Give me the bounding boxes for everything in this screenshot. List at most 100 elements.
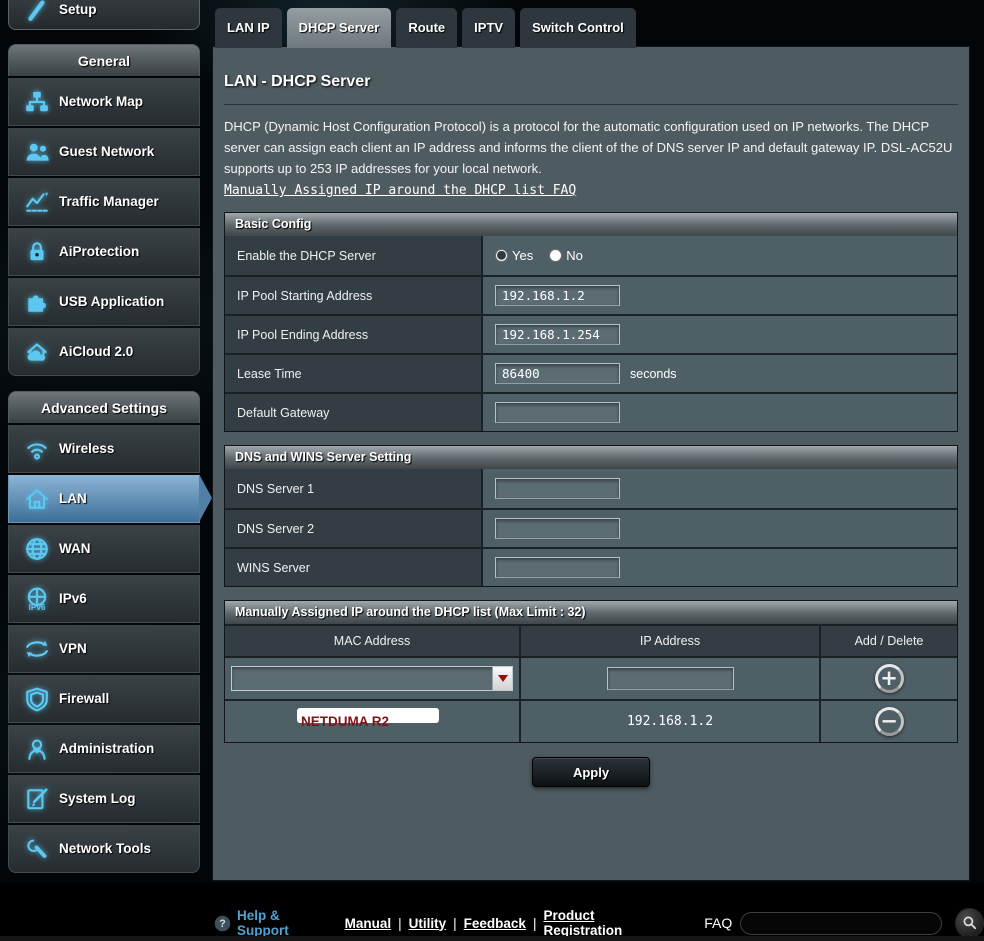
- sidebar-item-label: Setup: [59, 2, 97, 17]
- quick-setup-wand-icon: [15, 0, 59, 22]
- sidebar-item-label: AiProtection: [59, 244, 139, 259]
- dns2-label: DNS Server 2: [225, 510, 483, 547]
- sidebar-item-label: Network Map: [59, 94, 143, 109]
- dns2-input[interactable]: [495, 518, 620, 539]
- sidebar-item-label: Wireless: [59, 441, 114, 456]
- sidebar-group-general: General Network Map Guest Network: [8, 44, 200, 376]
- sidebar-item-network-tools[interactable]: Network Tools: [8, 825, 200, 873]
- tab-dhcp-server[interactable]: DHCP Server: [287, 8, 392, 48]
- sidebar-item-firewall[interactable]: Firewall: [8, 675, 200, 723]
- mac-address-input[interactable]: [233, 668, 491, 689]
- separator: |: [453, 916, 457, 931]
- sidebar-item-label: Guest Network: [59, 144, 154, 159]
- col-header-add-delete: Add / Delete: [821, 626, 957, 656]
- sidebar-item-label: VPN: [59, 641, 87, 656]
- section-header: Manually Assigned IP around the DHCP lis…: [225, 601, 957, 624]
- manual-link[interactable]: Manual: [345, 916, 392, 931]
- sidebar-item-label: AiCloud 2.0: [59, 344, 133, 359]
- sidebar-item-label: LAN: [59, 491, 87, 506]
- guest-network-icon: [15, 139, 59, 165]
- lease-time-input[interactable]: [495, 363, 620, 384]
- tab-lan-ip[interactable]: LAN IP: [215, 8, 282, 48]
- sidebar-item-wan[interactable]: WAN: [8, 525, 200, 573]
- sidebar-item-network-map[interactable]: Network Map: [8, 78, 200, 126]
- network-map-icon: [15, 89, 59, 115]
- content-panel: LAN - DHCP Server DHCP (Dynamic Host Con…: [212, 46, 970, 881]
- sidebar-item-lan[interactable]: LAN: [8, 475, 200, 523]
- add-entry-button[interactable]: +: [875, 664, 904, 693]
- faq-search-input[interactable]: [740, 912, 942, 935]
- help-support-label: Help & Support: [237, 908, 331, 938]
- sidebar-item-wireless[interactable]: Wireless: [8, 425, 200, 473]
- tab-iptv[interactable]: IPTV: [462, 8, 515, 48]
- sidebar-item-administration[interactable]: Administration: [8, 725, 200, 773]
- faq-label: FAQ: [704, 915, 732, 931]
- traffic-chart-icon: [15, 189, 59, 215]
- default-gateway-label: Default Gateway: [225, 394, 483, 431]
- sidebar-item-guest-network[interactable]: Guest Network: [8, 128, 200, 176]
- sidebar-item-usb-application[interactable]: USB Application: [8, 278, 200, 326]
- shield-icon: [15, 686, 59, 712]
- sidebar: Setup General Network Map Gu: [8, 0, 200, 873]
- chevron-down-icon[interactable]: [492, 667, 512, 690]
- usb-puzzle-icon: [15, 289, 59, 315]
- lease-time-label: Lease Time: [225, 355, 483, 392]
- dhcp-entry-row: NETDUMA R2 192.168.1.2 −: [225, 699, 957, 742]
- divider: [224, 104, 958, 105]
- footer: ? Help & Support Manual | Utility | Feed…: [0, 883, 984, 941]
- sidebar-item-traffic-manager[interactable]: Traffic Manager: [8, 178, 200, 226]
- sidebar-item-label: Network Tools: [59, 841, 151, 856]
- sidebar-item-label: Firewall: [59, 691, 109, 706]
- client-name: NETDUMA R2: [301, 714, 389, 729]
- page-title: LAN - DHCP Server: [224, 73, 958, 91]
- col-header-mac: MAC Address: [225, 626, 521, 656]
- page-description: DHCP (Dynamic Host Configuration Protoco…: [224, 116, 958, 179]
- pool-start-label: IP Pool Starting Address: [225, 277, 483, 314]
- pool-start-input[interactable]: [495, 285, 620, 306]
- svg-text:IPv6: IPv6: [29, 602, 46, 611]
- wrench-icon: [15, 836, 59, 862]
- apply-button[interactable]: Apply: [532, 757, 650, 787]
- sidebar-item-aicloud[interactable]: AiCloud 2.0: [8, 328, 200, 376]
- dns1-input[interactable]: [495, 478, 620, 499]
- sidebar-item-ipv6[interactable]: IPv6 IPv6: [8, 575, 200, 623]
- separator: |: [398, 916, 402, 931]
- no-label: No: [566, 248, 583, 263]
- pool-end-input[interactable]: [495, 324, 620, 345]
- help-support-link[interactable]: ? Help & Support: [214, 908, 331, 938]
- redacted-mac: NETDUMA R2: [225, 701, 519, 742]
- pool-end-label: IP Pool Ending Address: [225, 316, 483, 353]
- manual-assignment-faq-link[interactable]: Manually Assigned IP around the DHCP lis…: [224, 183, 576, 198]
- default-gateway-input[interactable]: [495, 402, 620, 423]
- delete-entry-button[interactable]: −: [875, 707, 904, 736]
- search-button[interactable]: [955, 908, 984, 938]
- ipv6-globe-icon: IPv6: [15, 586, 59, 612]
- sidebar-item-label: Administration: [59, 741, 154, 756]
- globe-icon: [15, 536, 59, 562]
- sidebar-item-system-log[interactable]: System Log: [8, 775, 200, 823]
- sidebar-item-aiprotection[interactable]: AiProtection: [8, 228, 200, 276]
- entry-ip: 192.168.1.2: [627, 714, 713, 729]
- product-registration-link[interactable]: Product Registration: [543, 908, 664, 938]
- new-ip-input[interactable]: [607, 667, 734, 690]
- dhcp-no-radio[interactable]: [549, 249, 562, 262]
- sidebar-item-setup[interactable]: Setup: [8, 0, 200, 30]
- utility-link[interactable]: Utility: [409, 916, 447, 931]
- lock-icon: [15, 239, 59, 265]
- search-icon: [962, 915, 978, 931]
- sidebar-item-label: System Log: [59, 791, 136, 806]
- sidebar-item-label: IPv6: [59, 591, 87, 606]
- tab-route[interactable]: Route: [396, 8, 457, 48]
- question-circle-icon: ?: [214, 915, 231, 932]
- tab-switch-control[interactable]: Switch Control: [520, 8, 636, 48]
- feedback-link[interactable]: Feedback: [464, 916, 526, 931]
- footer-links: Manual | Utility | Feedback | Product Re…: [345, 908, 665, 938]
- sidebar-item-vpn[interactable]: VPN: [8, 625, 200, 673]
- wins-input[interactable]: [495, 557, 620, 578]
- dhcp-yes-radio[interactable]: [495, 249, 508, 262]
- sidebar-item-label: Traffic Manager: [59, 194, 159, 209]
- cloud-home-icon: [15, 339, 59, 365]
- sidebar-item-label: WAN: [59, 541, 91, 556]
- mac-address-combobox[interactable]: [231, 666, 513, 691]
- basic-config-section: Basic Config Enable the DHCP Server Yes …: [224, 212, 958, 432]
